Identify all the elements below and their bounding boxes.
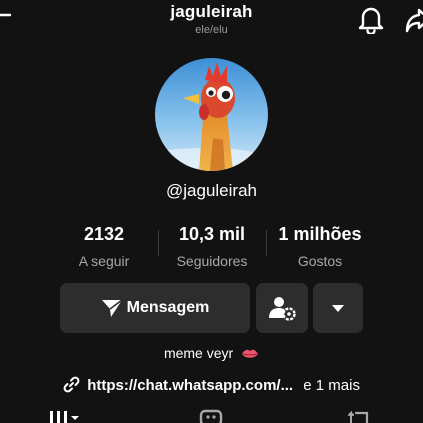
grid-tab-icon[interactable]	[48, 409, 84, 423]
dropdown-arrow-icon	[332, 305, 344, 312]
likes-count: 1 milhões	[278, 224, 362, 244]
more-options-button[interactable]	[313, 283, 363, 333]
lips-icon	[242, 349, 259, 358]
chat-tab-icon[interactable]	[199, 409, 223, 423]
message-button-label: Mensagem	[126, 299, 210, 316]
send-icon	[101, 299, 123, 317]
following-count: 2132	[83, 224, 125, 244]
link-url[interactable]: https://chat.whatsapp.com/...	[87, 377, 293, 394]
bio-text: meme veyr	[163, 345, 234, 361]
profile-link[interactable]: https://chat.whatsapp.com/... e 1 mais	[0, 376, 423, 394]
add-friend-button[interactable]	[256, 283, 308, 333]
profile-handle: @jaguleirah	[166, 181, 257, 200]
top-bar: jaguleirah ele/elu	[0, 0, 423, 44]
repost-tab-icon[interactable]	[347, 409, 373, 423]
link-icon	[63, 376, 80, 393]
stat-followers[interactable]: 10,3 mil Seguidores	[157, 224, 267, 269]
stat-following[interactable]: 2132 A seguir	[49, 224, 159, 269]
link-more[interactable]: e 1 mais	[303, 377, 360, 394]
message-button[interactable]: Mensagem	[60, 283, 250, 333]
following-label: A seguir	[78, 253, 130, 269]
bio-row: meme veyr	[0, 345, 423, 361]
followers-count: 10,3 mil	[178, 224, 246, 244]
followers-label: Seguidores	[176, 253, 248, 269]
avatar[interactable]	[155, 58, 268, 171]
bell-icon[interactable]	[357, 4, 385, 34]
likes-label: Gostos	[297, 253, 343, 269]
share-icon[interactable]	[405, 6, 423, 34]
add-friend-settings-icon	[269, 297, 296, 321]
stat-likes[interactable]: 1 milhões Gostos	[265, 224, 375, 269]
rooster-avatar-image	[155, 58, 268, 171]
